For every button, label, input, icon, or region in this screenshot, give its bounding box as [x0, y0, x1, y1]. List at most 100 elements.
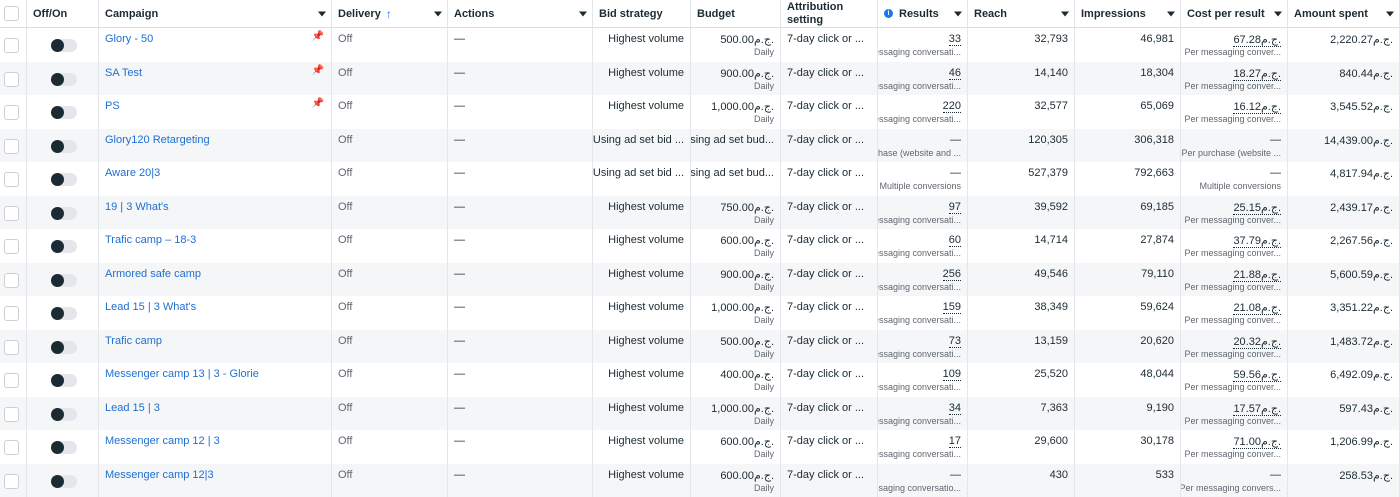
row-toggle-cell[interactable] [27, 397, 99, 431]
campaign-name-cell[interactable]: Trafic camp – 18-3 [99, 229, 332, 263]
row-checkbox[interactable] [4, 172, 19, 187]
budget-value[interactable]: 900.00ج.م. [720, 268, 774, 281]
row-select-cell[interactable] [0, 430, 27, 464]
cost-per-result-value[interactable]: 17.57ج.م. [1233, 402, 1281, 416]
campaign-link[interactable]: Messenger camp 12|3 [105, 469, 214, 481]
sort-ascending-icon[interactable]: ↑ [386, 7, 392, 21]
row-checkbox[interactable] [4, 206, 19, 221]
budget-value[interactable]: 600.00ج.م. [720, 469, 774, 482]
budget-value[interactable]: 1,000.00ج.م. [711, 402, 774, 415]
campaign-link[interactable]: PS [105, 100, 120, 112]
cost-per-result-value[interactable]: 67.28ج.م. [1233, 33, 1281, 47]
select-all-checkbox[interactable] [4, 6, 19, 21]
row-checkbox[interactable] [4, 139, 19, 154]
campaign-link[interactable]: SA Test [105, 67, 142, 79]
campaign-name-cell[interactable]: SA Test 📌 [99, 62, 332, 96]
row-toggle-cell[interactable] [27, 296, 99, 330]
campaign-toggle[interactable] [51, 441, 77, 454]
results-value[interactable]: 17 [949, 435, 961, 448]
campaign-name-cell[interactable]: Glory120 Retargeting [99, 129, 332, 163]
row-select-cell[interactable] [0, 196, 27, 230]
cost-per-result-value[interactable]: 25.15ج.م. [1233, 201, 1281, 215]
cost-per-result-value[interactable]: 21.88ج.م. [1233, 268, 1281, 282]
results-cell[interactable]: 220Messaging conversati... [878, 95, 968, 129]
header-attribution[interactable]: Attributionsetting [781, 0, 878, 28]
chevron-down-icon[interactable] [579, 11, 587, 16]
cost-per-result-value[interactable]: 21.08ج.م. [1233, 301, 1281, 315]
results-cell[interactable]: —Multiple conversions [878, 162, 968, 196]
row-select-cell[interactable] [0, 62, 27, 96]
campaign-toggle[interactable] [51, 341, 77, 354]
campaign-toggle[interactable] [51, 475, 77, 488]
budget-cell[interactable]: 1,000.00ج.م.Daily [691, 397, 781, 431]
row-checkbox[interactable] [4, 440, 19, 455]
row-checkbox[interactable] [4, 38, 19, 53]
cost-per-result-cell[interactable]: 21.88ج.م.Per messaging conver... [1181, 263, 1288, 297]
results-value[interactable]: — [950, 134, 961, 146]
row-select-cell[interactable] [0, 95, 27, 129]
chevron-down-icon[interactable] [1386, 11, 1394, 16]
row-toggle-cell[interactable] [27, 28, 99, 62]
header-actions[interactable]: Actions [448, 0, 593, 28]
row-select-cell[interactable] [0, 464, 27, 497]
budget-value[interactable]: 750.00ج.م. [720, 201, 774, 214]
results-cell[interactable]: —Messaging conversatio... [878, 464, 968, 497]
chevron-down-icon[interactable] [1061, 11, 1069, 16]
cost-per-result-value[interactable]: — [1270, 469, 1281, 481]
campaign-toggle[interactable] [51, 374, 77, 387]
budget-value[interactable]: 500.00ج.م. [720, 335, 774, 348]
cost-per-result-value[interactable]: — [1270, 167, 1281, 179]
results-value[interactable]: 73 [949, 335, 961, 348]
cost-per-result-cell[interactable]: —Per purchase (website ... [1181, 129, 1288, 163]
row-toggle-cell[interactable] [27, 196, 99, 230]
campaign-toggle[interactable] [51, 140, 77, 153]
budget-cell[interactable]: 600.00ج.م.Daily [691, 464, 781, 497]
row-toggle-cell[interactable] [27, 229, 99, 263]
header-campaign[interactable]: Campaign [99, 0, 332, 28]
budget-value[interactable]: 600.00ج.م. [720, 435, 774, 448]
campaign-link[interactable]: Messenger camp 12 | 3 [105, 435, 220, 447]
results-value[interactable]: 256 [943, 268, 961, 281]
cost-per-result-cell[interactable]: 21.08ج.م.Per messaging conver... [1181, 296, 1288, 330]
results-cell[interactable]: 60Messaging conversati... [878, 229, 968, 263]
pin-icon[interactable]: 📌 [312, 65, 324, 76]
cost-per-result-value[interactable]: 16.12ج.م. [1233, 100, 1281, 114]
row-checkbox[interactable] [4, 306, 19, 321]
row-toggle-cell[interactable] [27, 95, 99, 129]
chevron-down-icon[interactable] [434, 11, 442, 16]
campaign-toggle[interactable] [51, 274, 77, 287]
chevron-down-icon[interactable] [1167, 11, 1175, 16]
row-checkbox[interactable] [4, 105, 19, 120]
budget-value[interactable]: 900.00ج.م. [720, 67, 774, 80]
cost-per-result-value[interactable]: 20.32ج.م. [1233, 335, 1281, 349]
row-toggle-cell[interactable] [27, 430, 99, 464]
results-cell[interactable]: 97Messaging conversati... [878, 196, 968, 230]
budget-cell[interactable]: 900.00ج.م.Daily [691, 62, 781, 96]
campaign-toggle[interactable] [51, 408, 77, 421]
results-cell[interactable]: —Purchase (website and ... [878, 129, 968, 163]
campaign-name-cell[interactable]: Messenger camp 12 | 3 [99, 430, 332, 464]
row-select-cell[interactable] [0, 28, 27, 62]
cost-per-result-cell[interactable]: 25.15ج.م.Per messaging conver... [1181, 196, 1288, 230]
campaign-link[interactable]: Lead 15 | 3 What's [105, 301, 196, 313]
campaign-name-cell[interactable]: Glory - 50📌 [99, 28, 332, 62]
results-value[interactable]: — [950, 167, 961, 179]
row-select-cell[interactable] [0, 162, 27, 196]
campaign-name-cell[interactable]: PS📌 [99, 95, 332, 129]
campaign-link[interactable]: Lead 15 | 3 [105, 402, 160, 414]
budget-cell[interactable]: Using ad set bud... [691, 129, 781, 163]
row-checkbox[interactable] [4, 340, 19, 355]
campaign-name-cell[interactable]: 19 | 3 What's [99, 196, 332, 230]
results-value[interactable]: 46 [949, 67, 961, 80]
header-delivery[interactable]: Delivery↑ [332, 0, 448, 28]
budget-cell[interactable]: 600.00ج.م.Daily [691, 229, 781, 263]
header-reach[interactable]: Reach [968, 0, 1075, 28]
results-cell[interactable]: 109Messaging conversati... [878, 363, 968, 397]
header-cost-per-result[interactable]: Cost per result [1181, 0, 1288, 28]
budget-cell[interactable]: 750.00ج.م.Daily [691, 196, 781, 230]
results-value[interactable]: 60 [949, 234, 961, 247]
row-toggle-cell[interactable] [27, 464, 99, 497]
budget-cell[interactable]: 400.00ج.م.Daily [691, 363, 781, 397]
budget-value[interactable]: 500.00ج.م. [720, 33, 774, 46]
results-value[interactable]: 220 [943, 100, 961, 113]
